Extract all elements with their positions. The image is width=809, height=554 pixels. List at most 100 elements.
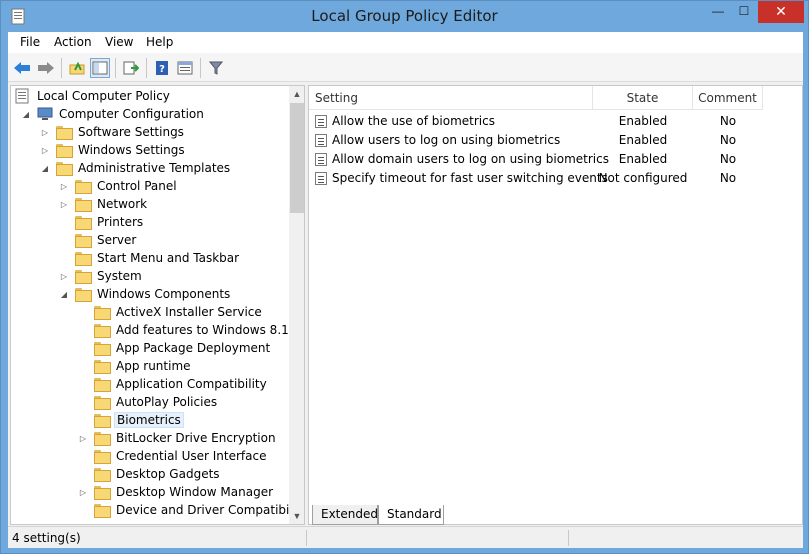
tree-node-label: App Package Deployment: [116, 341, 271, 355]
column-header-state[interactable]: State: [593, 86, 693, 110]
menu-file[interactable]: File: [20, 35, 40, 49]
setting-name: Allow domain users to log on using biome…: [332, 152, 609, 166]
expand-arrow-icon[interactable]: ▷: [59, 195, 69, 213]
collapse-arrow-icon[interactable]: ◢: [59, 285, 69, 303]
expand-arrow-icon[interactable]: ▷: [59, 267, 69, 285]
folder-icon: [94, 504, 111, 518]
setting-row[interactable]: Allow domain users to log on using biome…: [309, 150, 802, 169]
expand-arrow-icon[interactable]: ▷: [78, 483, 88, 501]
tree-node-label: Credential User Interface: [116, 449, 267, 463]
tree-node-app-runtime[interactable]: App runtime: [78, 357, 193, 375]
navigation-pane: Local Computer Policy ◢ Computer Configu…: [10, 85, 305, 525]
expand-arrow-icon[interactable]: ▷: [78, 429, 88, 447]
expand-arrow-icon[interactable]: ▷: [59, 177, 69, 195]
toolbar-separator: [115, 58, 116, 78]
show-hide-tree-icon[interactable]: [90, 58, 110, 78]
collapse-arrow-icon[interactable]: ◢: [21, 105, 31, 123]
setting-comment: No: [719, 133, 737, 147]
tree-node-autoplay-policies[interactable]: AutoPlay Policies: [78, 393, 219, 411]
tree-node-software-settings[interactable]: ▷ Software Settings: [40, 123, 186, 141]
setting-row[interactable]: Specify timeout for fast user switching …: [309, 169, 802, 188]
up-folder-icon[interactable]: [67, 58, 87, 78]
tree-node-label: Biometrics: [114, 412, 184, 428]
menu-view[interactable]: View: [105, 35, 133, 49]
minimize-button[interactable]: —: [705, 1, 731, 23]
status-divider: [568, 530, 569, 546]
tree-node-app-package-deployment[interactable]: App Package Deployment: [78, 339, 272, 357]
tree-node-activex-installer-service[interactable]: ActiveX Installer Service: [78, 303, 264, 321]
tree-node-local-computer-policy[interactable]: Local Computer Policy: [15, 87, 172, 105]
setting-comment: No: [719, 171, 737, 185]
window: Local Group Policy Editor — ☐ ✕ File Act…: [0, 0, 809, 554]
help-icon[interactable]: ?: [152, 58, 172, 78]
scroll-up-arrow-icon[interactable]: ▲: [289, 86, 304, 102]
status-text: 4 setting(s): [12, 531, 81, 545]
client-area: File Action View Help ? Local Computer P…: [8, 32, 803, 548]
tree-node-administrative-templates[interactable]: ◢ Administrative Templates: [40, 159, 232, 177]
tree-node-label: System: [97, 269, 142, 283]
tree-node-bitlocker-drive-encryption[interactable]: ▷ BitLocker Drive Encryption: [78, 429, 278, 447]
tree-node-label: Windows Components: [97, 287, 231, 301]
tab-extended[interactable]: Extended: [312, 505, 378, 525]
tree-node-network[interactable]: ▷ Network: [59, 195, 149, 213]
setting-row[interactable]: Allow the use of biometrics Enabled No: [309, 112, 802, 131]
tree-node-label: Printers: [97, 215, 144, 229]
tree-node-printers[interactable]: Printers: [59, 213, 145, 231]
policy-setting-icon: [315, 115, 327, 128]
title-bar[interactable]: Local Group Policy Editor — ☐ ✕: [1, 1, 808, 32]
setting-row[interactable]: Allow users to log on using biometrics E…: [309, 131, 802, 150]
expand-arrow-icon[interactable]: ▷: [40, 141, 50, 159]
filter-icon[interactable]: [206, 58, 226, 78]
collapse-arrow-icon[interactable]: ◢: [40, 159, 50, 177]
tree-node-partially-visible[interactable]: Device and Driver Compatibility: [78, 501, 289, 519]
status-divider: [306, 530, 307, 546]
toolbar-separator: [200, 58, 201, 78]
tree-node-windows-settings[interactable]: ▷ Windows Settings: [40, 141, 187, 159]
scroll-down-arrow-icon[interactable]: ▼: [289, 508, 304, 524]
expand-arrow-icon[interactable]: ▷: [40, 123, 50, 141]
tree-node-biometrics[interactable]: Biometrics: [78, 411, 184, 429]
setting-comment: No: [719, 114, 737, 128]
svg-text:?: ?: [159, 64, 165, 75]
maximize-button[interactable]: ☐: [731, 1, 757, 23]
view-tabs: Extended Standard: [308, 505, 803, 525]
folder-icon: [75, 234, 92, 248]
scrollbar-thumb[interactable]: [290, 103, 304, 213]
folder-icon: [94, 486, 111, 500]
tree-node-server[interactable]: Server: [59, 231, 138, 249]
folder-icon: [75, 270, 92, 284]
tree-node-label: App runtime: [116, 359, 191, 373]
tree-vertical-scrollbar[interactable]: ▲ ▼: [289, 86, 304, 524]
folder-icon: [94, 414, 111, 428]
tree-node-windows-components[interactable]: ◢ Windows Components: [59, 285, 232, 303]
tree-node-control-panel[interactable]: ▷ Control Panel: [59, 177, 179, 195]
folder-icon: [75, 198, 92, 212]
column-header-comment[interactable]: Comment: [693, 86, 763, 110]
tree-node-application-compatibility[interactable]: Application Compatibility: [78, 375, 269, 393]
tab-standard[interactable]: Standard: [378, 505, 444, 525]
window-title: Local Group Policy Editor: [311, 7, 498, 25]
tree-node-start-menu-and-taskbar[interactable]: Start Menu and Taskbar: [59, 249, 241, 267]
column-header-setting[interactable]: Setting: [309, 86, 593, 110]
tree-node-system[interactable]: ▷ System: [59, 267, 144, 285]
menu-action[interactable]: Action: [54, 35, 92, 49]
export-list-icon[interactable]: [121, 58, 141, 78]
forward-icon[interactable]: [36, 58, 56, 78]
close-button[interactable]: ✕: [758, 1, 804, 23]
back-icon[interactable]: [12, 58, 32, 78]
toolbar-separator: [146, 58, 147, 78]
policy-tree: Local Computer Policy ◢ Computer Configu…: [11, 86, 289, 524]
policy-setting-icon: [315, 172, 327, 185]
tree-node-desktop-gadgets[interactable]: Desktop Gadgets: [78, 465, 222, 483]
tree-node-credential-user-interface[interactable]: Credential User Interface: [78, 447, 268, 465]
menu-help[interactable]: Help: [146, 35, 173, 49]
tree-node-label: Desktop Window Manager: [116, 485, 274, 499]
properties-icon[interactable]: [175, 58, 195, 78]
tree-node-add-features[interactable]: Add features to Windows 8.1: [78, 321, 289, 339]
tree-node-label: Application Compatibility: [116, 377, 267, 391]
tree-node-label: Device and Driver Compatibility: [116, 503, 289, 517]
tree-node-label: AutoPlay Policies: [116, 395, 218, 409]
tree-node-desktop-window-manager[interactable]: ▷ Desktop Window Manager: [78, 483, 275, 501]
tree-node-label: Local Computer Policy: [37, 89, 170, 103]
tree-node-computer-configuration[interactable]: ◢ Computer Configuration: [21, 105, 206, 123]
